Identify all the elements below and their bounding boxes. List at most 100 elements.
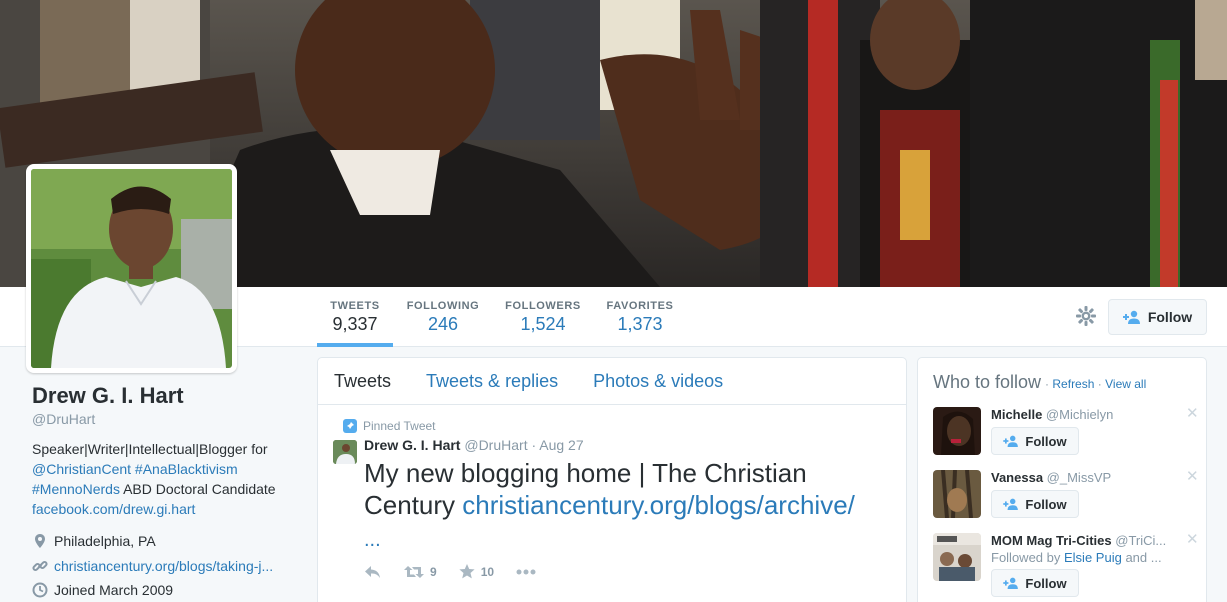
- suggestion-info: Michelle @Michielyn: [991, 407, 1171, 422]
- stat-followers[interactable]: FOLLOWERS 1,524: [500, 287, 586, 347]
- bio-tail: ABD Doctoral Candidate: [123, 481, 276, 497]
- bio-text: Speaker|Writer|Intellectual|Blogger for: [32, 441, 268, 457]
- retweet-icon: [404, 565, 424, 578]
- suggestion-info: MOM Mag Tri-Cities @TriCi...: [991, 533, 1171, 548]
- stat-value: 1,373: [617, 314, 663, 334]
- follow-label: Follow: [1025, 433, 1067, 449]
- suggestion-name[interactable]: Michelle: [991, 407, 1042, 422]
- profile-card: Drew G. I. Hart @DruHart Speaker|Writer|…: [32, 383, 302, 602]
- star-icon: [459, 564, 475, 579]
- dismiss-icon[interactable]: ✕: [1186, 532, 1199, 547]
- tab-tweets[interactable]: Tweets: [334, 371, 391, 392]
- location-pin-icon: [35, 534, 45, 549]
- suggestion-follow-button[interactable]: Follow: [991, 427, 1079, 455]
- add-user-icon: [1003, 435, 1019, 447]
- suggestion-item: MOM Mag Tri-Cities @TriCi... Followed by…: [933, 532, 1199, 602]
- stat-label: FOLLOWING: [406, 300, 480, 312]
- follow-button[interactable]: Follow: [1108, 299, 1207, 335]
- tweet-text: My new blogging home | The Christian Cen…: [364, 457, 884, 556]
- pin-icon: [343, 419, 357, 433]
- tab-photos-and-videos[interactable]: Photos & videos: [593, 371, 723, 392]
- stat-favorites[interactable]: FAVORITES 1,373: [600, 287, 680, 347]
- bio-link-facebook[interactable]: facebook.com/drew.gi.hart: [32, 501, 195, 517]
- wtf-title: Who to follow: [933, 372, 1042, 392]
- tweet-header: Drew G. I. Hart @DruHart · Aug 27: [364, 437, 584, 453]
- profile-bio: Speaker|Writer|Intellectual|Blogger for …: [32, 439, 302, 519]
- retweet-button[interactable]: 9: [404, 565, 437, 579]
- bio-link-christiancent[interactable]: @ChristianCent: [32, 461, 131, 477]
- add-user-icon: [1003, 498, 1019, 510]
- link-icon: [32, 560, 48, 571]
- add-user-icon: [1003, 577, 1019, 589]
- wtf-links: · Refresh · View all: [1045, 377, 1147, 391]
- clock-icon: [32, 582, 48, 598]
- stat-label: FAVORITES: [606, 300, 674, 312]
- tweet-actions: 9 10: [364, 564, 891, 579]
- suggestion-handle[interactable]: @_MissVP: [1047, 470, 1112, 485]
- add-user-icon: [1122, 310, 1140, 324]
- joined-text: Joined March 2009: [54, 582, 174, 599]
- suggestion-avatar[interactable]: [933, 470, 981, 518]
- suggestion-avatar[interactable]: [933, 533, 981, 581]
- pinned-tweet[interactable]: Pinned Tweet Drew G. I. Hart @DruHart · …: [318, 405, 906, 579]
- dismiss-icon[interactable]: ✕: [1186, 406, 1199, 421]
- timeline: Tweets Tweets & replies Photos & videos …: [317, 357, 907, 602]
- stat-value: 246: [427, 314, 459, 334]
- favorite-count: 10: [480, 564, 495, 579]
- suggestion-follow-button[interactable]: Follow: [991, 490, 1079, 518]
- avatar[interactable]: [26, 164, 237, 373]
- suggestion-name[interactable]: MOM Mag Tri-Cities: [991, 533, 1112, 548]
- location-text: Philadelphia, PA: [54, 533, 156, 550]
- suggestion-follow-button[interactable]: Follow: [991, 569, 1079, 597]
- bio-hashtag-mennonerds[interactable]: #MennoNerds: [32, 481, 120, 497]
- wtf-refresh-link[interactable]: Refresh: [1052, 377, 1094, 391]
- tweet-avatar[interactable]: [333, 440, 357, 464]
- tweet-author-name[interactable]: Drew G. I. Hart: [364, 437, 460, 453]
- pinned-label: Pinned Tweet: [333, 419, 891, 433]
- follow-button-label: Follow: [1147, 309, 1193, 325]
- profile-name[interactable]: Drew G. I. Hart: [32, 383, 302, 409]
- reply-button[interactable]: [364, 565, 382, 579]
- reply-icon: [365, 565, 380, 578]
- stat-value: 9,337: [332, 314, 378, 334]
- more-button[interactable]: [516, 569, 536, 575]
- suggestion-name[interactable]: Vanessa: [991, 470, 1043, 485]
- wtf-header: Who to follow · Refresh · View all: [918, 358, 1206, 393]
- dismiss-icon[interactable]: ✕: [1186, 469, 1199, 484]
- retweet-count: 9: [430, 564, 437, 579]
- tab-tweets-and-replies[interactable]: Tweets & replies: [426, 371, 558, 392]
- suggestion-avatar[interactable]: [933, 407, 981, 455]
- pinned-text: Pinned Tweet: [363, 419, 436, 433]
- wtf-view-all-link[interactable]: View all: [1105, 377, 1146, 391]
- bio-hashtag-anablacktivism[interactable]: #AnaBlacktivism: [135, 461, 238, 477]
- stat-label: FOLLOWERS: [505, 300, 581, 312]
- stat-tweets[interactable]: TWEETS 9,337: [317, 287, 393, 347]
- website-link[interactable]: christiancentury.org/blogs/taking-j...: [54, 558, 273, 574]
- stat-label: TWEETS: [330, 300, 380, 312]
- follow-label: Follow: [1025, 575, 1067, 591]
- profile-joined: Joined March 2009: [32, 578, 302, 602]
- profile-meta: Philadelphia, PA christiancentury.org/bl…: [32, 529, 302, 602]
- tweet-date[interactable]: Aug 27: [539, 437, 583, 453]
- more-dots-icon: [516, 569, 536, 574]
- who-to-follow: Who to follow · Refresh · View all Miche…: [917, 357, 1207, 602]
- tweet-link[interactable]: christiancentury.org/blogs/archive/: [462, 490, 855, 520]
- avatar-image: [31, 169, 232, 368]
- profile-website: christiancentury.org/blogs/taking-j...: [32, 554, 302, 579]
- favorite-button[interactable]: 10: [459, 564, 494, 579]
- tweet-author-handle[interactable]: @DruHart: [464, 437, 527, 453]
- tweet-link-ellipsis[interactable]: ...: [364, 529, 381, 551]
- stat-following[interactable]: FOLLOWING 246: [400, 287, 486, 347]
- timeline-tabs: Tweets Tweets & replies Photos & videos: [318, 358, 906, 405]
- stat-value: 1,524: [520, 314, 566, 334]
- suggestion-info: Vanessa @_MissVP: [991, 470, 1171, 485]
- followed-by-name[interactable]: Elsie Puig: [1064, 550, 1122, 565]
- profile-location: Philadelphia, PA: [32, 529, 302, 554]
- suggestion-handle[interactable]: @Michielyn: [1046, 407, 1113, 422]
- suggestion-item: Michelle @Michielyn ✕ Follow: [933, 406, 1199, 465]
- profile-handle[interactable]: @DruHart: [32, 411, 302, 427]
- gear-icon[interactable]: [1074, 304, 1098, 328]
- suggestion-item: Vanessa @_MissVP ✕ Follow: [933, 469, 1199, 528]
- follow-label: Follow: [1025, 496, 1067, 512]
- suggestion-handle[interactable]: @TriCi...: [1115, 533, 1166, 548]
